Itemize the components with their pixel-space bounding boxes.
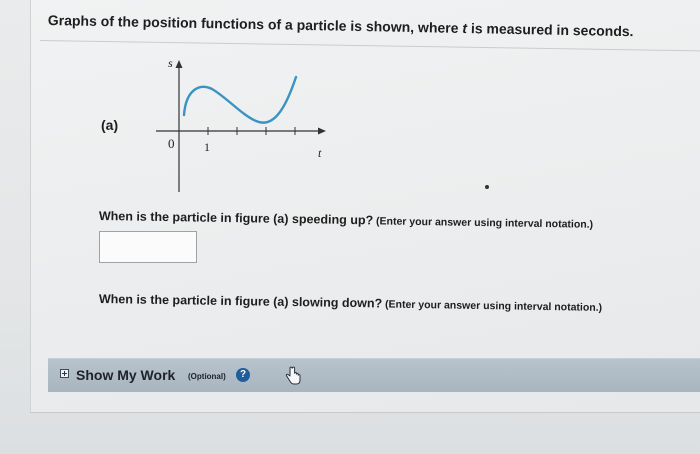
speeding-up-answer-input[interactable] [99,231,197,263]
x-axis-arrow [318,127,326,135]
page: Graphs of the position functions of a pa… [0,0,700,454]
y-axis-label: s [168,56,173,70]
x-axis-label: t [318,146,322,160]
question-card [30,0,700,412]
position-graph: s 0 1 t [156,56,326,192]
help-question-icon[interactable]: ? [236,368,250,382]
expand-plus-icon[interactable] [60,369,69,378]
bottom-divider [30,412,700,413]
y-axis-arrow [175,60,183,68]
show-my-work-label[interactable]: Show My Work [76,367,175,383]
hand-pointer-icon [285,366,301,385]
optional-label: (Optional) [188,372,226,381]
show-my-work-bar[interactable]: Show My Work (Optional) ? [48,358,700,392]
position-curve [182,75,298,124]
origin-label: 0 [168,136,175,151]
x-tick-label-1: 1 [204,140,210,154]
part-label: (a) [101,117,119,133]
stray-dot [485,185,489,189]
prompt-text-end: is measured in seconds. [466,20,634,40]
